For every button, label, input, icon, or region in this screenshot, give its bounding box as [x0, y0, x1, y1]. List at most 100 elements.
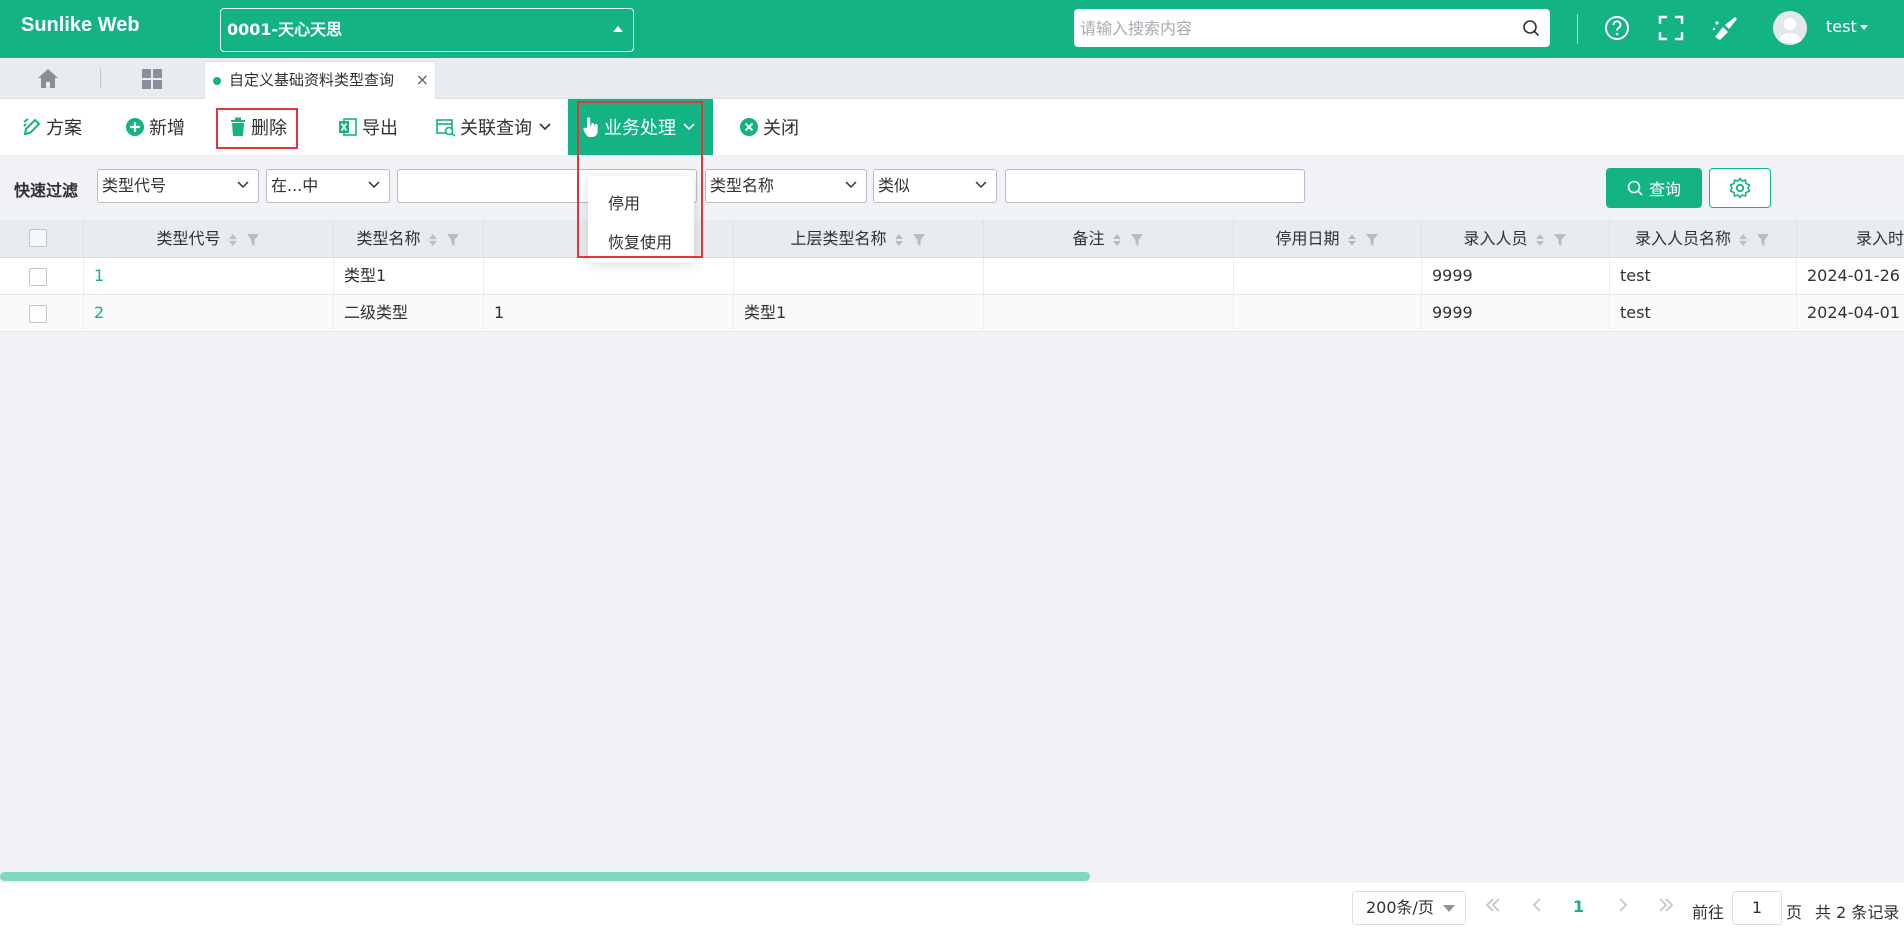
brand-logo[interactable]: Sunlike Web	[21, 14, 140, 37]
export-button[interactable]: 导出	[338, 99, 398, 155]
search-icon[interactable]	[1522, 19, 1540, 37]
topbar-divider	[1577, 14, 1578, 44]
prev-page-icon[interactable]	[1528, 896, 1546, 914]
company-name: 0001-天心天思	[227, 20, 343, 39]
column-header-type-name[interactable]: 类型名称	[334, 220, 484, 258]
table-row[interactable]: 1 类型1 9999 test 2024-01-26	[0, 258, 1904, 295]
close-button[interactable]: 关闭	[739, 99, 799, 155]
delete-button[interactable]: 删除	[229, 99, 287, 155]
row-select-cell	[0, 295, 84, 331]
cell-created-time: 2024-01-26	[1807, 266, 1900, 285]
column-header-parent-name[interactable]: 上层类型名称	[734, 220, 984, 258]
quick-filter-bar: 快速过滤 类型代号 在...中 类型名称 类似 查询	[0, 155, 1904, 220]
table-header: 类型代号 类型名称 上层 上层类型名称 备注 停用日期 录入人员 录入人员名称 …	[0, 220, 1904, 258]
help-icon[interactable]	[1604, 15, 1630, 41]
toolbar: 方案 新增 删除 导出 关联查询 业务处理 关闭	[0, 99, 1904, 155]
scheme-label: 方案	[46, 118, 82, 139]
add-button[interactable]: 新增	[125, 99, 185, 155]
column-header-stop-date[interactable]: 停用日期	[1234, 220, 1422, 258]
cell-type-code[interactable]: 1	[84, 258, 334, 294]
sort-filter-icon[interactable]	[1111, 232, 1145, 248]
cell-parent	[484, 258, 734, 294]
clear-cache-icon[interactable]	[1711, 15, 1739, 41]
column-header-remark[interactable]: 备注	[984, 220, 1234, 258]
filter-field-2-select[interactable]: 类型名称	[705, 169, 867, 203]
related-query-icon	[436, 119, 456, 137]
menu-item-restore[interactable]: 恢复使用	[608, 229, 672, 253]
sort-filter-icon[interactable]	[1534, 232, 1568, 248]
related-query-button[interactable]: 关联查询	[436, 99, 556, 155]
global-search	[1074, 9, 1550, 47]
chevron-down-icon	[539, 123, 551, 131]
cell-type-name: 二级类型	[334, 295, 484, 331]
column-label: 录入人员	[1463, 229, 1528, 248]
company-selector[interactable]: 0001-天心天思	[220, 8, 634, 52]
trash-icon	[231, 117, 245, 136]
next-page-icon[interactable]	[1614, 896, 1632, 914]
tab-type-query[interactable]: 自定义基础资料类型查询 ×	[204, 61, 436, 99]
column-header-type-code[interactable]: 类型代号	[84, 220, 334, 258]
sort-filter-icon[interactable]	[1346, 232, 1380, 248]
query-label: 查询	[1648, 180, 1681, 199]
filter-field-1-select[interactable]: 类型代号	[97, 169, 259, 203]
filter-operator-2-select[interactable]: 类似	[873, 169, 997, 203]
filter-value-2-input[interactable]	[1005, 169, 1305, 203]
cell-stop-date	[1234, 295, 1422, 331]
row-checkbox[interactable]	[29, 268, 47, 286]
top-bar: Sunlike Web 0001-天心天思 test	[0, 0, 1904, 58]
goto-page-input[interactable]: 1	[1732, 891, 1782, 925]
cell-creator-name: test	[1610, 295, 1797, 331]
column-label: 备注	[1072, 229, 1105, 248]
export-label: 导出	[362, 118, 398, 139]
home-icon[interactable]	[36, 67, 60, 89]
current-page[interactable]: 1	[1573, 897, 1584, 916]
cell-creator: 9999	[1422, 295, 1610, 331]
cell-type-code[interactable]: 2	[84, 295, 334, 331]
active-dot-icon	[213, 77, 221, 85]
cell-stop-date	[1234, 258, 1422, 294]
column-label: 录入时	[1855, 229, 1904, 248]
page-size-select[interactable]: 200条/页	[1352, 891, 1466, 925]
filter-operator-1-select[interactable]: 在...中	[266, 169, 390, 203]
first-page-icon[interactable]	[1484, 896, 1502, 914]
column-label: 上层类型名称	[790, 229, 887, 248]
apps-grid-icon[interactable]	[141, 68, 163, 90]
menu-item-disable[interactable]: 停用	[608, 190, 640, 214]
chevron-down-icon	[845, 181, 857, 189]
row-select-cell	[0, 258, 84, 294]
goto-label: 前往	[1692, 903, 1725, 922]
caret-up-icon	[613, 26, 623, 32]
excel-icon	[339, 118, 357, 136]
last-page-icon[interactable]	[1657, 896, 1675, 914]
cell-remark	[984, 295, 1234, 331]
sort-filter-icon[interactable]	[227, 232, 261, 248]
table-row[interactable]: 2 二级类型 1 类型1 9999 test 2024-04-01	[0, 295, 1904, 332]
search-input[interactable]	[1074, 9, 1494, 47]
row-checkbox[interactable]	[29, 305, 47, 323]
horizontal-scrollbar[interactable]	[0, 872, 1090, 881]
avatar[interactable]	[1773, 11, 1807, 45]
tab-close-icon[interactable]: ×	[416, 62, 429, 98]
scheme-button[interactable]: 方案	[22, 99, 82, 155]
query-button[interactable]: 查询	[1606, 168, 1702, 208]
sort-filter-icon[interactable]	[893, 232, 927, 248]
pagination-bar: 200条/页 1 前往 1 页 共 2 条记录	[0, 883, 1904, 933]
sort-filter-icon[interactable]	[1737, 232, 1771, 248]
chevron-down-icon	[237, 181, 249, 189]
business-process-menu: 停用 恢复使用	[588, 176, 694, 262]
column-header-created-time[interactable]: 录入时	[1797, 220, 1904, 258]
column-header-creator[interactable]: 录入人员	[1422, 220, 1610, 258]
tab-bar: 自定义基础资料类型查询 ×	[0, 58, 1904, 99]
chevron-down-icon	[368, 181, 380, 189]
business-process-button[interactable]: 业务处理	[568, 99, 713, 155]
sort-filter-icon[interactable]	[427, 232, 461, 248]
select-all-checkbox[interactable]	[29, 229, 47, 247]
related-query-label: 关联查询	[460, 118, 532, 139]
fullscreen-icon[interactable]	[1658, 15, 1684, 41]
column-header-creator-name[interactable]: 录入人员名称	[1610, 220, 1797, 258]
column-label: 停用日期	[1275, 229, 1340, 248]
filter-settings-button[interactable]	[1709, 168, 1771, 208]
chevron-down-icon	[975, 181, 987, 189]
user-menu[interactable]: test	[1826, 17, 1868, 36]
column-label: 类型名称	[356, 229, 421, 248]
